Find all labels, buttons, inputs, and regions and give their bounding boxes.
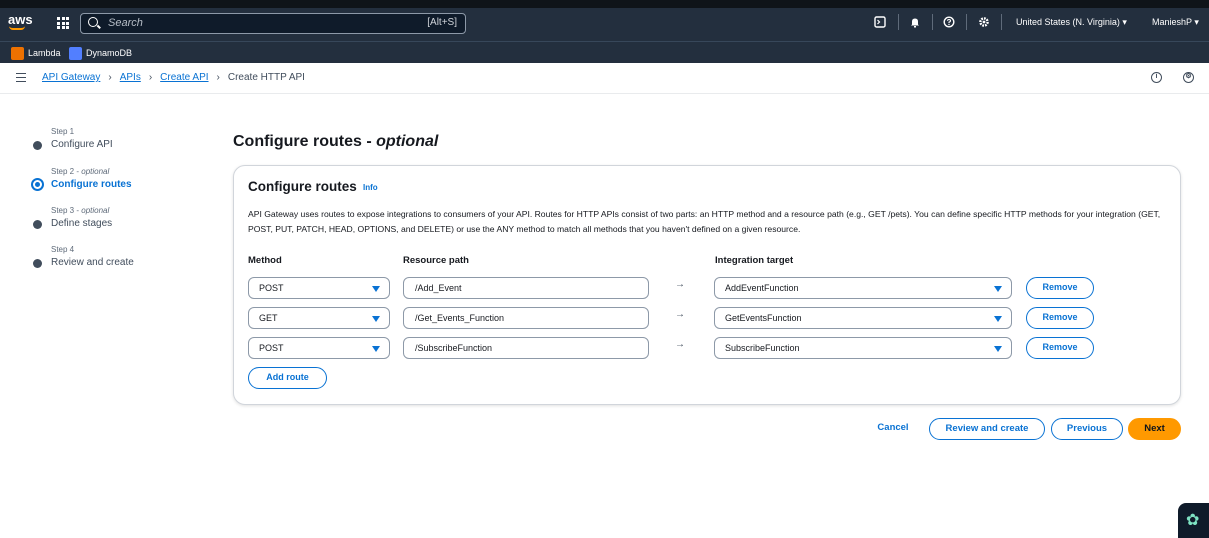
breadcrumb-bar: API Gateway › APIs › Create API › Create… <box>0 63 1209 94</box>
arrow-right-icon: → <box>675 309 685 320</box>
remove-button[interactable]: Remove <box>1026 337 1094 359</box>
caret-down-icon <box>372 346 380 352</box>
chevron-right-icon: › <box>216 72 220 83</box>
step-indicator-icon <box>33 220 42 229</box>
search-input[interactable]: Search [Alt+S] <box>80 13 466 34</box>
previous-button[interactable]: Previous <box>1051 418 1123 440</box>
favorite-label: Lambda <box>28 48 61 58</box>
step-number: Step 4 <box>51 245 75 254</box>
caret-down-icon <box>994 346 1002 352</box>
cloudshell-icon[interactable] <box>874 16 886 28</box>
method-select[interactable]: POST <box>248 277 390 299</box>
favorite-label: DynamoDB <box>86 48 133 58</box>
services-grid-icon[interactable] <box>57 17 69 29</box>
search-icon <box>88 17 98 27</box>
info-icon[interactable]: i <box>1151 72 1162 83</box>
lambda-icon <box>11 46 24 60</box>
route-row: GET /Get_Events_Function → GetEventsFunc… <box>248 307 1168 329</box>
favorite-lambda[interactable]: Lambda <box>11 46 61 60</box>
caret-down-icon <box>372 316 380 322</box>
divider <box>898 14 899 30</box>
breadcrumb: API Gateway › APIs › Create API › Create… <box>42 72 305 83</box>
remove-button[interactable]: Remove <box>1026 277 1094 299</box>
menu-icon[interactable] <box>16 73 26 82</box>
step-title: Define stages <box>51 218 113 229</box>
breadcrumb-create-api[interactable]: Create API <box>160 72 208 83</box>
bell-icon[interactable] <box>909 16 921 28</box>
step-number: Step 3 - optional <box>51 206 110 215</box>
route-row: POST /SubscribeFunction → SubscribeFunct… <box>248 337 1168 359</box>
help-icon[interactable] <box>943 16 955 28</box>
search-shortcut: [Alt+S] <box>427 17 457 28</box>
top-navigation: aws Search [Alt+S] United States (N. Vir… <box>0 0 1209 41</box>
route-row: POST /Add_Event → AddEventFunction Remov… <box>248 277 1168 299</box>
favorite-dynamodb[interactable]: DynamoDB <box>69 46 132 60</box>
step-indicator-icon <box>33 259 42 268</box>
panel-title: Configure routes <box>248 179 357 194</box>
chevron-right-icon: › <box>148 72 153 83</box>
step-indicator-icon <box>33 141 42 150</box>
breadcrumb-apis[interactable]: APIs <box>120 72 141 83</box>
breadcrumb-api-gateway[interactable]: API Gateway <box>42 72 100 83</box>
step-indicator-active-icon <box>31 178 44 191</box>
integration-target-select[interactable]: SubscribeFunction <box>714 337 1012 359</box>
breadcrumb-current: Create HTTP API <box>227 72 305 83</box>
region-selector[interactable]: United States (N. Virginia) ▾ <box>1016 17 1127 28</box>
cancel-button[interactable]: Cancel <box>868 418 918 440</box>
resource-path-input[interactable]: /SubscribeFunction <box>403 337 649 359</box>
remove-button[interactable]: Remove <box>1026 307 1094 329</box>
aws-logo[interactable]: aws <box>8 12 33 30</box>
step-number: Step 1 <box>51 127 75 136</box>
step-title: Review and create <box>51 257 134 268</box>
column-header-method: Method <box>248 255 282 266</box>
panel-description: API Gateway uses routes to expose integr… <box>248 209 1161 234</box>
arrow-right-icon: → <box>675 279 685 290</box>
favorites-bar: Lambda DynamoDB <box>0 41 1209 63</box>
add-route-button[interactable]: Add route <box>248 367 327 389</box>
chevron-right-icon: › <box>108 72 112 83</box>
user-menu[interactable]: ManieshP ▾ <box>1152 17 1199 28</box>
aws-logo-text: aws <box>8 12 33 27</box>
caret-down-icon <box>994 286 1002 292</box>
aws-smile-icon <box>9 26 25 30</box>
caret-down-icon <box>372 286 380 292</box>
next-button[interactable]: Next <box>1128 418 1181 440</box>
info-link[interactable]: Info <box>363 183 378 192</box>
divider <box>932 14 933 30</box>
step-number: Step 2 - optional <box>51 167 110 176</box>
column-header-resource-path: Resource path <box>403 255 469 266</box>
dynamodb-icon <box>69 46 82 60</box>
settings-icon[interactable]: ⚙ <box>1183 72 1194 83</box>
search-placeholder: Search <box>108 17 143 29</box>
configure-routes-panel: Configure routes Info API Gateway uses r… <box>233 165 1181 405</box>
resource-path-input[interactable]: /Get_Events_Function <box>403 307 649 329</box>
method-select[interactable]: GET <box>248 307 390 329</box>
gear-icon[interactable] <box>978 16 990 28</box>
resource-path-input[interactable]: /Add_Event <box>403 277 649 299</box>
method-select[interactable]: POST <box>248 337 390 359</box>
column-header-integration-target: Integration target <box>715 255 794 266</box>
integration-target-select[interactable]: AddEventFunction <box>714 277 1012 299</box>
integration-target-select[interactable]: GetEventsFunction <box>714 307 1012 329</box>
page-title: Configure routes - optional <box>233 133 439 150</box>
step-title: Configure API <box>51 139 113 150</box>
caret-down-icon <box>994 316 1002 322</box>
divider <box>966 14 967 30</box>
step-title: Configure routes <box>51 179 132 190</box>
review-and-create-button[interactable]: Review and create <box>929 418 1045 440</box>
divider <box>1001 14 1002 30</box>
assistant-chat-icon[interactable] <box>1178 503 1209 538</box>
arrow-right-icon: → <box>675 339 685 350</box>
